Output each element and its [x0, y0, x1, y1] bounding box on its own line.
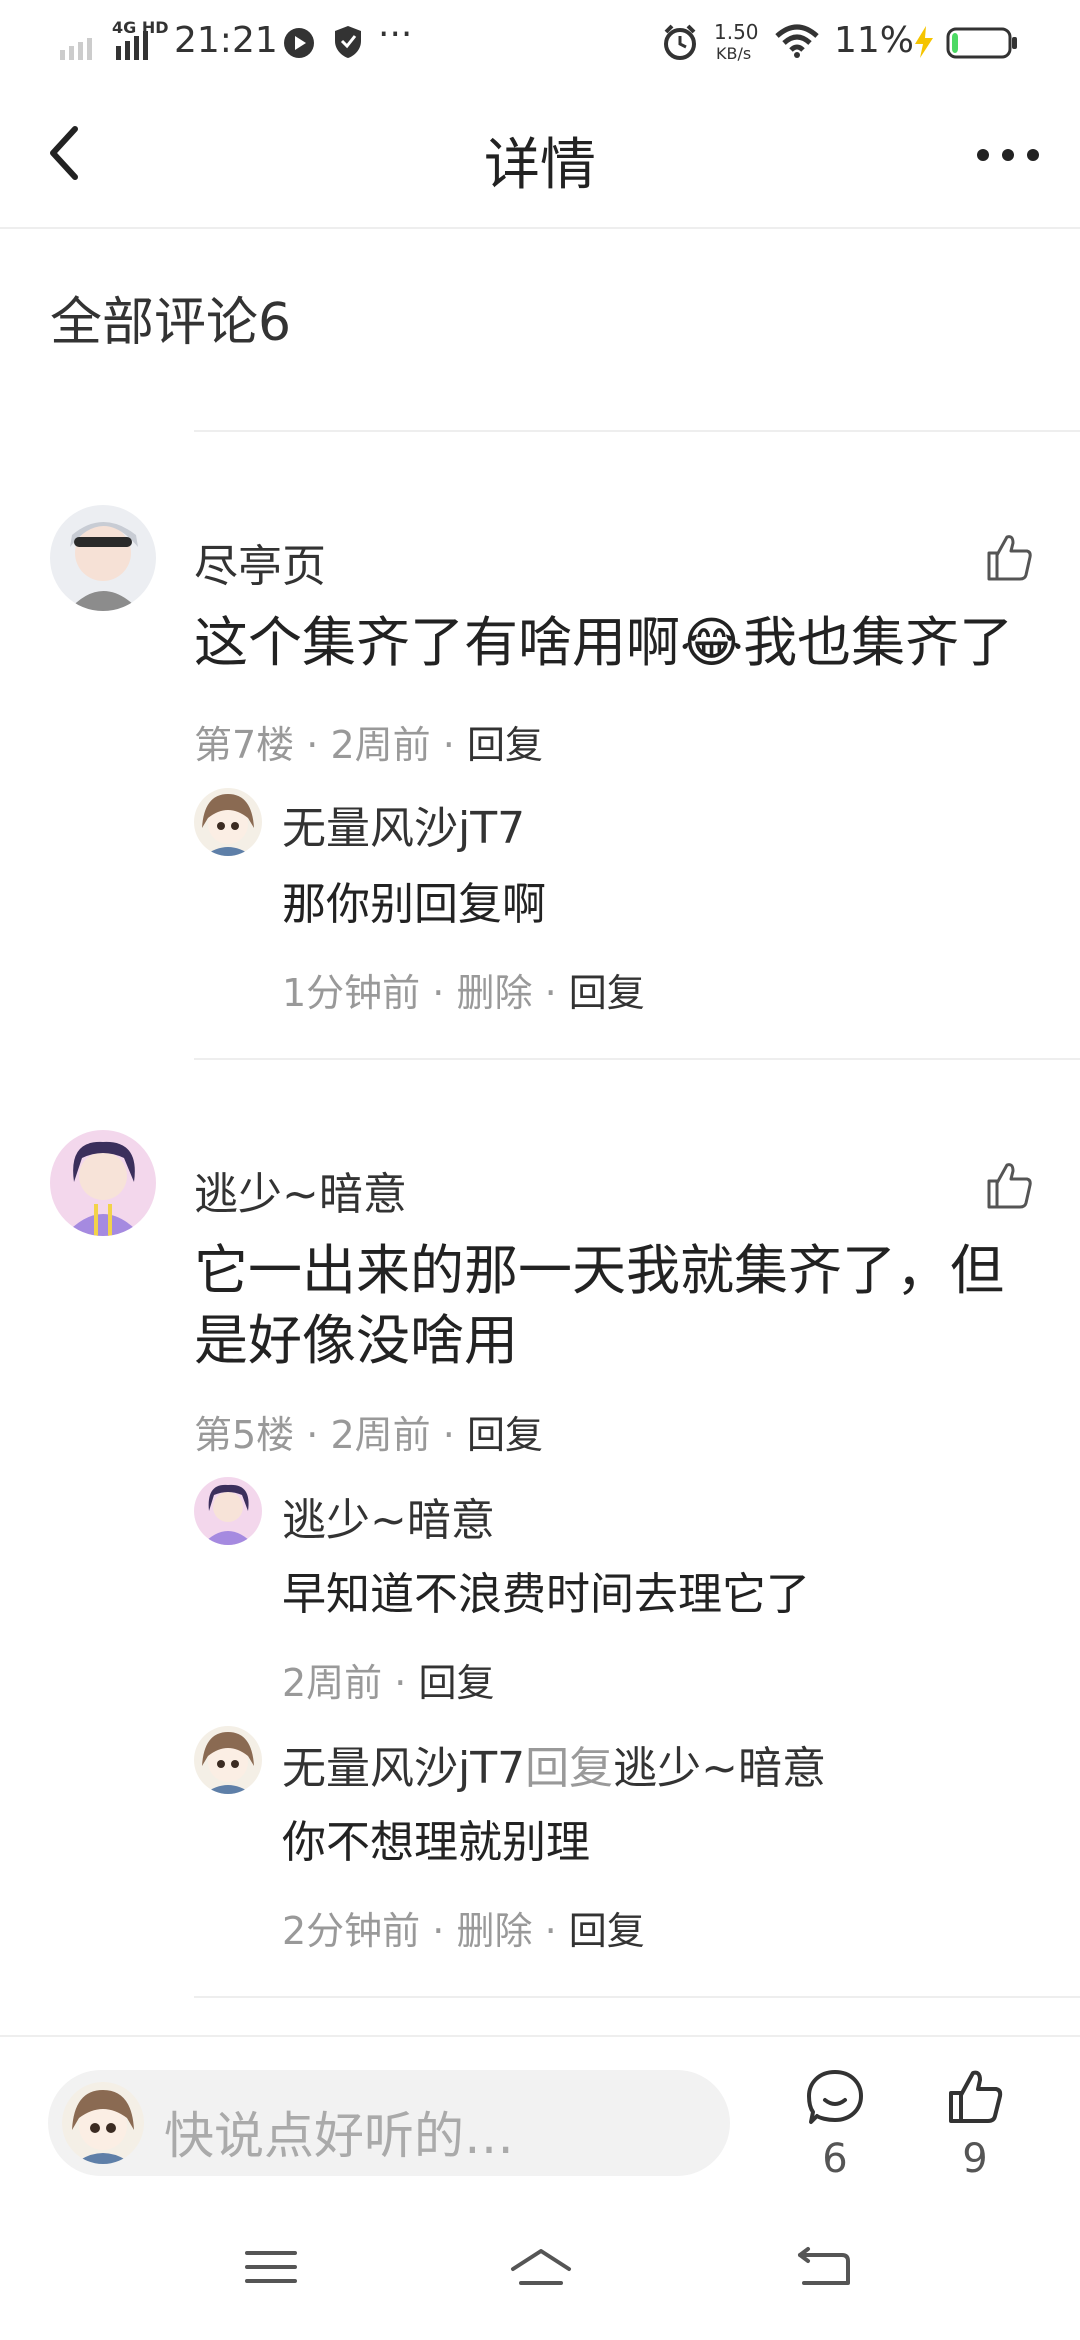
reply-to-username[interactable]: 逃少~暗意	[613, 1743, 826, 1794]
meta-separator: ·	[442, 723, 455, 767]
home-icon	[511, 2249, 571, 2285]
status-bar: 4G HD 21:21 ··· 1.50 KB/s 11%	[0, 0, 1080, 85]
avatar[interactable]	[50, 505, 156, 611]
divider	[194, 1996, 1080, 1998]
all-comments-title: 全部评论6	[50, 293, 292, 353]
comment-text: 它一出来的那一天我就集齐了，但是好像没啥用	[194, 1239, 1004, 1372]
reply-time: 2周前	[282, 1661, 383, 1705]
shield-icon	[335, 26, 361, 58]
reply-text: 早知道不浪费时间去理它了	[282, 1569, 810, 1620]
like-button[interactable]	[974, 1150, 1044, 1220]
my-avatar	[62, 2082, 144, 2164]
meta-separator: ·	[442, 1413, 455, 1457]
wifi-icon	[775, 24, 819, 58]
comment-time: 2周前	[330, 723, 431, 767]
avatar[interactable]	[194, 1726, 262, 1794]
reply-button[interactable]: 回复	[569, 1909, 645, 1953]
net-speed-unit: KB/s	[716, 44, 752, 63]
meta-separator: ·	[544, 971, 557, 1015]
reply-meta: 2分钟前 · 删除 · 回复	[282, 1900, 645, 1955]
reply-username[interactable]: 无量风沙jT7	[282, 792, 525, 856]
thumbs-up-icon	[987, 535, 1032, 581]
thumbs-up-icon	[949, 2070, 1003, 2123]
alarm-icon	[664, 24, 696, 60]
reply-button[interactable]: 回复	[467, 723, 543, 767]
meta-separator: ·	[544, 1909, 557, 1953]
comment-username[interactable]: 逃少~暗意	[194, 1158, 407, 1222]
avatar-image	[50, 505, 156, 611]
avatar[interactable]	[50, 1130, 156, 1236]
divider	[194, 1058, 1080, 1060]
reply-to-word: 回复	[525, 1743, 614, 1794]
reply-meta: 1分钟前 · 删除 · 回复	[282, 962, 645, 1017]
reply-time: 2分钟前	[282, 1909, 421, 1953]
comment-bubble-icon	[807, 2070, 863, 2124]
meta-separator: ·	[432, 1909, 445, 1953]
menu-button[interactable]	[226, 2232, 316, 2302]
divider	[194, 430, 1080, 432]
thumbs-up-icon	[987, 1163, 1032, 1209]
comment-count: 6	[822, 2136, 848, 2182]
avatar-image	[194, 1477, 262, 1545]
video-icon	[284, 28, 314, 58]
net-speed-value: 1.50	[714, 20, 759, 44]
clock: 21:21	[174, 20, 278, 61]
comment-time: 2周前	[330, 1413, 431, 1457]
like-button[interactable]	[974, 522, 1044, 592]
avatar[interactable]	[194, 788, 262, 856]
more-dots-icon	[977, 149, 1039, 161]
meta-separator: ·	[306, 1413, 319, 1457]
avatar[interactable]	[194, 1477, 262, 1545]
meta-separator: ·	[432, 971, 445, 1015]
back-nav-button[interactable]	[778, 2232, 868, 2302]
reply-meta: 2周前 · 回复	[282, 1652, 494, 1707]
input-placeholder[interactable]: 快说点好听的…	[164, 2096, 514, 2168]
comment-text-part: 我也集齐了	[743, 611, 1014, 674]
reply-button[interactable]: 回复	[467, 1413, 543, 1457]
reply-button[interactable]: 回复	[418, 1661, 494, 1705]
avatar-image	[194, 1726, 262, 1794]
reply-text: 你不想理就别理	[282, 1817, 590, 1868]
meta-separator: ·	[306, 723, 319, 767]
comments-button[interactable]	[800, 2066, 870, 2130]
comment-meta: 第5楼 · 2周前 · 回复	[194, 1404, 543, 1459]
avatar-image	[194, 788, 262, 856]
reply-username[interactable]: 逃少~暗意	[282, 1484, 495, 1548]
page-title: 详情	[484, 133, 596, 198]
like-count: 9	[962, 2136, 988, 2182]
reply-button[interactable]: 回复	[569, 971, 645, 1015]
more-notifications-icon: ···	[378, 14, 413, 55]
more-options-button[interactable]	[968, 120, 1048, 190]
battery-percent: 11%	[834, 20, 915, 61]
like-post-button[interactable]	[940, 2064, 1010, 2130]
reply-text: 那你别回复啊	[282, 879, 546, 930]
system-navigation-bar	[0, 2200, 1080, 2340]
charging-icon	[915, 26, 933, 58]
comment-meta: 第7楼 · 2周前 · 回复	[194, 714, 543, 769]
reply-username[interactable]: 无量风沙jT7	[282, 1743, 525, 1794]
comment-text: 这个集齐了有啥用啊😂我也集齐了	[194, 608, 1054, 678]
floor-number: 第5楼	[194, 1413, 295, 1457]
back-nav-icon	[798, 2247, 850, 2285]
reply-header: 无量风沙jT7回复逃少~暗意	[282, 1732, 826, 1796]
battery-icon	[946, 27, 1017, 59]
menu-icon	[245, 2251, 297, 2283]
avatar-image	[50, 1130, 156, 1236]
avatar-image	[62, 2082, 144, 2164]
network-type: 4G HD	[112, 18, 169, 37]
reply-time: 1分钟前	[282, 971, 421, 1015]
comment-username[interactable]: 尽亭页	[194, 530, 326, 594]
delete-button[interactable]: 删除	[456, 1909, 532, 1953]
laughing-emoji-icon: 😂	[680, 611, 744, 674]
comment-text-part: 这个集齐了有啥用啊	[194, 611, 680, 674]
home-button[interactable]	[496, 2232, 586, 2302]
meta-separator: ·	[394, 1661, 407, 1705]
floor-number: 第7楼	[194, 723, 295, 767]
delete-button[interactable]: 删除	[456, 971, 532, 1015]
